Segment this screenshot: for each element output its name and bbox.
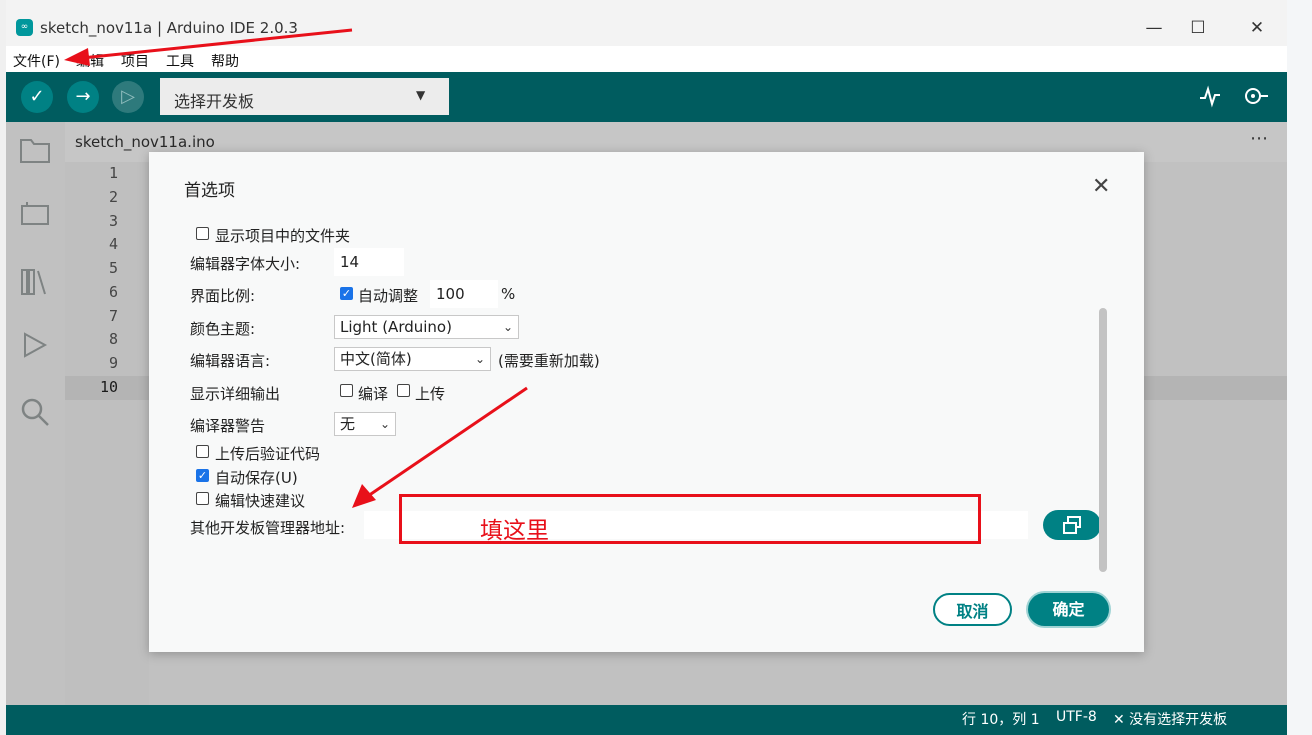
font-size-label: 编辑器字体大小: bbox=[190, 255, 301, 273]
chevron-down-icon: ⌄ bbox=[502, 320, 513, 334]
menu-sketch[interactable]: 项目 bbox=[121, 51, 149, 71]
arduino-logo-icon: ∞ bbox=[16, 19, 33, 36]
open-window-icon bbox=[1063, 516, 1081, 534]
language-label: 编辑器语言: bbox=[190, 352, 271, 370]
minimize-button[interactable]: — bbox=[1139, 14, 1169, 42]
serial-monitor-icon[interactable] bbox=[1240, 84, 1270, 108]
scale-auto-label: 自动调整 bbox=[358, 287, 419, 305]
show-sketch-files-checkbox[interactable] bbox=[196, 227, 209, 240]
close-window-button[interactable]: ✕ bbox=[1242, 14, 1272, 42]
dialog-title: 首选项 bbox=[184, 181, 235, 201]
font-size-input[interactable]: 14 bbox=[334, 248, 404, 276]
upload-button[interactable]: → bbox=[67, 81, 99, 113]
theme-select-value: Light (Arduino) bbox=[340, 318, 452, 336]
upload-icon: → bbox=[75, 86, 91, 107]
language-select-value: 中文(简体) bbox=[340, 350, 412, 368]
verbose-upload-checkbox[interactable] bbox=[397, 384, 410, 397]
chevron-down-icon: ⌄ bbox=[379, 417, 390, 431]
warnings-select-value: 无 bbox=[340, 415, 356, 433]
menu-edit[interactable]: 编辑 bbox=[76, 51, 104, 71]
debug-button[interactable]: ▷ bbox=[112, 81, 144, 113]
verbose-compile-label: 编译 bbox=[358, 385, 389, 403]
verbose-upload-label: 上传 bbox=[415, 385, 446, 403]
cancel-button[interactable]: 取消 bbox=[933, 593, 1012, 626]
verbose-compile-checkbox[interactable] bbox=[340, 384, 353, 397]
menu-tools[interactable]: 工具 bbox=[166, 51, 194, 71]
serial-plotter-icon[interactable] bbox=[1198, 84, 1222, 108]
quick-suggestions-checkbox[interactable] bbox=[196, 492, 209, 505]
show-sketch-files-label: 显示项目中的文件夹 bbox=[215, 227, 351, 245]
verify-after-upload-checkbox[interactable] bbox=[196, 445, 209, 458]
menu-file[interactable]: 文件(F) bbox=[13, 51, 60, 71]
language-select[interactable]: 中文(简体) ⌄ bbox=[334, 347, 491, 371]
ok-button[interactable]: 确定 bbox=[1028, 593, 1109, 626]
verbose-label: 显示详细输出 bbox=[190, 385, 281, 403]
verify-after-upload-label: 上传后验证代码 bbox=[215, 445, 321, 463]
warnings-select[interactable]: 无 ⌄ bbox=[334, 412, 396, 436]
warnings-label: 编译器警告 bbox=[190, 417, 266, 435]
chevron-down-icon: ⌄ bbox=[474, 352, 485, 366]
auto-save-label: 自动保存(U) bbox=[215, 469, 298, 487]
debug-icon: ▷ bbox=[121, 86, 135, 107]
menu-bar bbox=[6, 46, 1287, 72]
file-encoding: UTF-8 bbox=[1056, 709, 1097, 725]
scale-label: 界面比例: bbox=[190, 287, 256, 305]
verify-button[interactable]: ✓ bbox=[21, 81, 53, 113]
chevron-down-icon: ▼ bbox=[416, 88, 426, 102]
theme-label: 颜色主题: bbox=[190, 320, 256, 338]
edit-urls-button[interactable] bbox=[1043, 510, 1101, 540]
cursor-position[interactable]: 行 10，列 1 bbox=[962, 709, 1040, 729]
scale-auto-checkbox[interactable]: ✓ bbox=[340, 287, 353, 300]
dialog-scrollbar[interactable] bbox=[1099, 308, 1107, 572]
scale-input[interactable]: 100 bbox=[430, 280, 498, 308]
board-selector-label: 选择开发板 bbox=[174, 92, 255, 111]
theme-select[interactable]: Light (Arduino) ⌄ bbox=[334, 315, 519, 339]
window-title: sketch_nov11a | Arduino IDE 2.0.3 bbox=[40, 19, 298, 37]
desktop-background-right bbox=[1287, 0, 1312, 735]
maximize-button[interactable]: ☐ bbox=[1183, 14, 1213, 42]
board-urls-label: 其他开发板管理器地址: bbox=[190, 519, 346, 537]
close-icon[interactable]: ✕ bbox=[1092, 174, 1110, 199]
quick-suggestions-label: 编辑快速建议 bbox=[215, 492, 306, 510]
auto-save-checkbox[interactable]: ✓ bbox=[196, 469, 209, 482]
scale-unit: % bbox=[501, 285, 516, 303]
verify-icon: ✓ bbox=[29, 86, 45, 107]
language-note: (需要重新加载) bbox=[498, 352, 600, 370]
board-status[interactable]: ✕ 没有选择开发板 bbox=[1113, 709, 1227, 729]
menu-help[interactable]: 帮助 bbox=[211, 51, 239, 71]
annotation-text: 填这里 bbox=[480, 518, 549, 544]
